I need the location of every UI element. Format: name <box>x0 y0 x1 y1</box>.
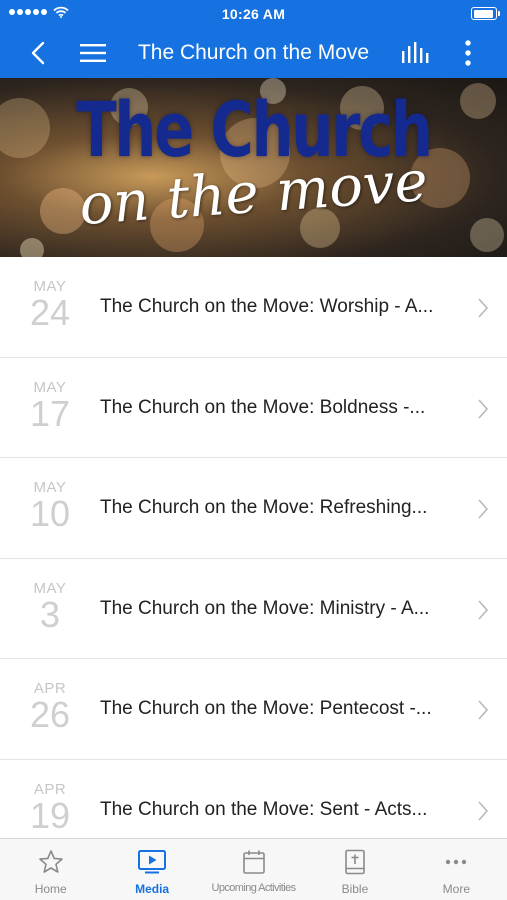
battery-fill <box>473 9 494 18</box>
tab-label: Bible <box>341 882 369 896</box>
tab-home[interactable]: Home <box>0 839 101 900</box>
page-title: The Church on the Move <box>137 41 370 64</box>
bible-icon <box>345 849 365 875</box>
tab-media[interactable]: Media <box>101 839 202 900</box>
battery-icon <box>471 7 500 20</box>
item-title: The Church on the Move: Pentecost -... <box>100 698 432 719</box>
nav-bar: The Church on the Move <box>0 28 507 78</box>
chevron-left-icon <box>31 41 45 65</box>
status-time: 10:26 AM <box>221 6 286 22</box>
star-icon <box>38 850 63 873</box>
date-day: 17 <box>29 392 71 434</box>
back-button[interactable] <box>18 28 58 78</box>
date-stamp: MAY 3 <box>22 580 78 635</box>
item-title: The Church on the Move: Refreshing... <box>100 497 428 518</box>
more-options-button[interactable] <box>452 28 484 78</box>
list-item[interactable]: MAY 10 The Church on the Move: Refreshin… <box>0 458 507 559</box>
tab-more[interactable]: More <box>406 839 507 900</box>
tv-play-icon <box>138 850 167 874</box>
audio-bars-icon <box>402 42 429 63</box>
audio-button[interactable] <box>394 28 436 78</box>
chevron-right-icon <box>478 599 489 620</box>
chevron-right-icon <box>478 398 489 419</box>
item-title: The Church on the Move: Boldness -... <box>100 396 426 418</box>
list-item[interactable]: MAY 17 The Church on the Move: Boldness … <box>0 357 507 458</box>
item-title: The Church on the Move: Worship - A... <box>100 296 434 317</box>
list-item[interactable]: MAY 3 The Church on the Move: Ministry -… <box>0 558 507 659</box>
tab-label: Upcoming Activities <box>211 882 297 894</box>
tab-label: Home <box>34 882 67 896</box>
date-stamp: MAY 17 <box>22 379 78 434</box>
tab-label: Media <box>135 882 170 896</box>
media-list: MAY 24 The Church on the Move: Worship -… <box>0 257 507 860</box>
chevron-right-icon <box>478 499 489 519</box>
list-item[interactable]: MAY 24 The Church on the Move: Worship -… <box>0 257 507 358</box>
series-banner: The Church on the move <box>0 78 507 257</box>
tab-bar: Home Media Upcoming Activities Bible Mor… <box>0 838 507 900</box>
tab-bible[interactable]: Bible <box>304 839 405 900</box>
calendar-icon <box>242 850 265 874</box>
date-day: 3 <box>39 593 61 635</box>
chevron-right-icon <box>478 298 489 318</box>
tab-upcoming-activities[interactable]: Upcoming Activities <box>203 839 304 900</box>
vertical-dots-icon <box>465 40 471 66</box>
date-day: 10 <box>29 493 71 534</box>
chevron-right-icon <box>478 800 489 821</box>
hamburger-menu-icon <box>80 44 106 62</box>
more-dots-icon <box>446 859 467 865</box>
date-stamp: MAY 24 <box>22 279 78 332</box>
date-day: 26 <box>29 694 71 735</box>
date-stamp: APR 19 <box>22 781 78 836</box>
date-stamp: APR 26 <box>22 681 78 734</box>
status-bar: 10:26 AM <box>0 0 507 28</box>
date-day: 24 <box>29 292 71 333</box>
list-item[interactable]: APR 26 The Church on the Move: Pentecost… <box>0 659 507 760</box>
menu-button[interactable] <box>72 28 114 78</box>
chevron-right-icon <box>478 700 489 720</box>
item-title: The Church on the Move: Ministry - A... <box>100 597 430 619</box>
date-day: 19 <box>29 794 71 836</box>
date-stamp: MAY 10 <box>22 480 78 533</box>
tab-label: More <box>442 882 470 896</box>
